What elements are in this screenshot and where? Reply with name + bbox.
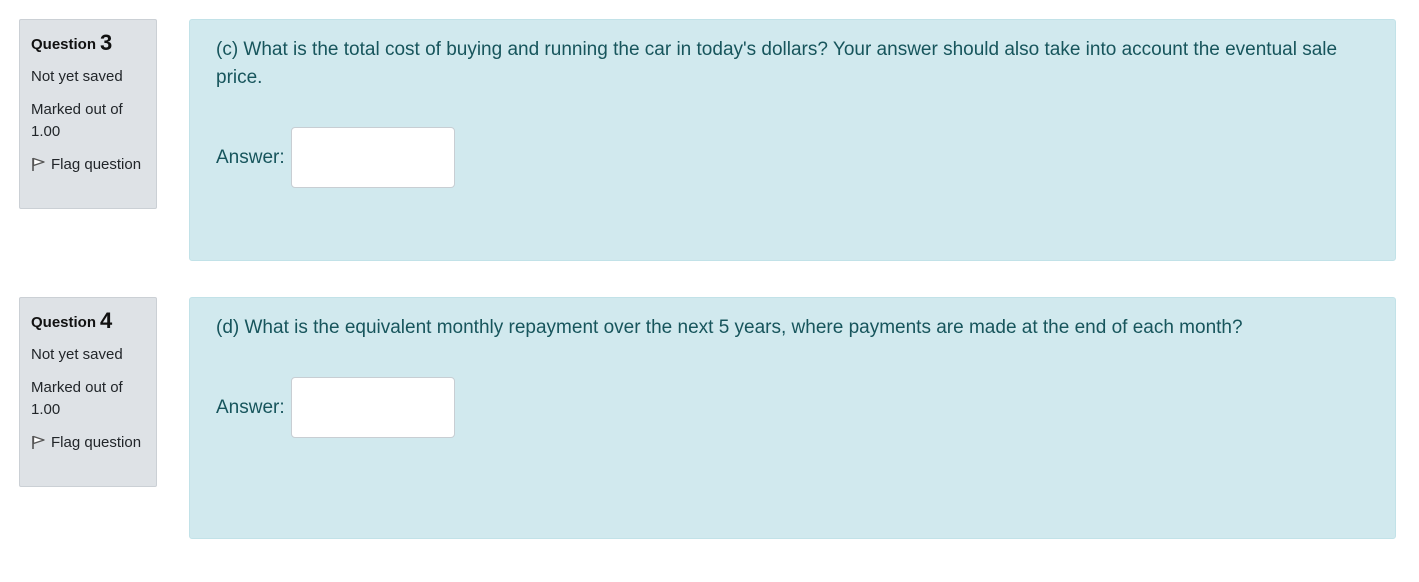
question-state: Not yet saved: [31, 346, 123, 363]
answer-block: Answer:: [216, 377, 455, 438]
answer-label: Answer:: [216, 146, 285, 168]
question-info: Question 3 Not yet saved Marked out of 1.…: [19, 19, 157, 209]
question-info: Question 4 Not yet saved Marked out of 1.…: [19, 297, 157, 487]
answer-input[interactable]: [290, 127, 455, 188]
question-number: Question 3: [31, 32, 146, 56]
flag-icon: [31, 434, 47, 449]
question-grade: Marked out of 1.00: [31, 379, 123, 418]
question-label: Question: [31, 36, 97, 53]
question-label: Question: [31, 314, 97, 331]
question-text: (d) What is the equivalent monthly repay…: [216, 317, 1243, 338]
question-content: (c) What is the total cost of buying and…: [189, 19, 1396, 261]
question-number-value: 4: [100, 308, 113, 333]
question-number-value: 3: [100, 30, 113, 55]
flag-question-label: Flag question: [51, 434, 142, 451]
question-content: (d) What is the equivalent monthly repay…: [189, 297, 1396, 539]
answer-block: Answer:: [216, 127, 455, 188]
flag-question-link[interactable]: Flag question: [31, 154, 146, 176]
question-state: Not yet saved: [31, 68, 123, 85]
question-grade: Marked out of 1.00: [31, 101, 123, 140]
flag-question-link[interactable]: Flag question: [31, 432, 146, 454]
answer-label: Answer:: [216, 396, 285, 418]
answer-input[interactable]: [290, 377, 455, 438]
question-number: Question 4: [31, 310, 146, 334]
flag-question-label: Flag question: [51, 156, 142, 173]
flag-icon: [31, 156, 47, 171]
question-text: (c) What is the total cost of buying and…: [216, 39, 1338, 88]
